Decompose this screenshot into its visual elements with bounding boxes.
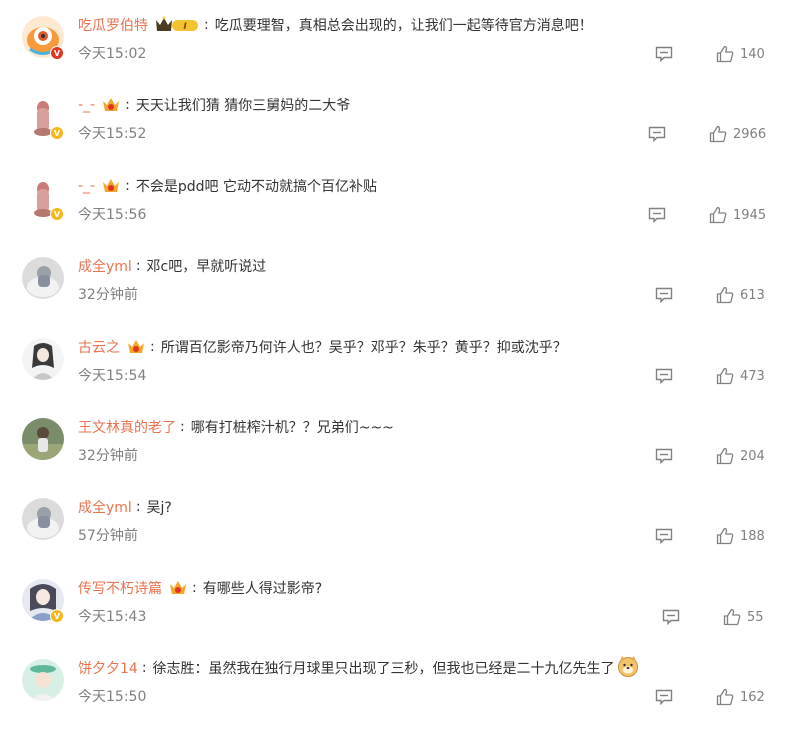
like-button[interactable]: 140	[716, 45, 765, 63]
comment-icon[interactable]	[655, 46, 673, 63]
comment-item: V 传写不朽诗篇 : 有哪些人得过影帝? 今天15:43 55	[0, 579, 810, 659]
username[interactable]: 成全yml	[78, 497, 132, 517]
username[interactable]: 王文林真的老了	[78, 417, 176, 437]
avatar[interactable]	[22, 659, 64, 701]
crown-icon	[168, 578, 188, 598]
comment-time: 今天15:43	[78, 609, 147, 625]
like-count: 2966	[733, 126, 767, 142]
like-count: 1945	[733, 207, 767, 223]
like-count: 55	[747, 609, 764, 625]
like-button[interactable]: 613	[716, 286, 765, 304]
comment-text: 不会是pdd吧 它动不动就搞个百亿补贴	[135, 179, 377, 195]
crown-icon	[101, 176, 121, 196]
comment-item: V -_- : 天天让我们猜 猜你三舅妈的二大爷 今天15:52 2966	[0, 96, 810, 176]
verified-badge: V	[50, 46, 64, 60]
like-count: 473	[740, 368, 765, 384]
comment-time: 32分钟前	[78, 448, 138, 464]
comment-text: 有哪些人得过影帝?	[202, 581, 323, 597]
like-count: 188	[740, 528, 765, 544]
username[interactable]: 吃瓜罗伯特	[78, 15, 148, 35]
comment-item: 古云之 : 所谓百亿影帝乃何许人也？吴乎？邓乎？朱乎？黄乎？抑或沈乎？ 今天15…	[0, 338, 810, 418]
avatar[interactable]	[22, 418, 64, 460]
comment-icon[interactable]	[648, 126, 666, 143]
comment-icon[interactable]	[648, 207, 666, 224]
like-button[interactable]: 188	[716, 527, 765, 545]
comment-text: 吴j?	[146, 500, 172, 516]
like-button[interactable]: 473	[716, 367, 765, 385]
verified-badge: V	[50, 609, 64, 623]
comment-text: 徐志胜：虽然我在独行月球里只出现了三秒，但我也已经是二十九亿先生了	[152, 661, 615, 677]
comment-icon[interactable]	[655, 448, 673, 465]
username[interactable]: 饼夕夕14	[78, 658, 138, 678]
like-button[interactable]: 55	[723, 608, 764, 626]
comment-time: 今天15:02	[78, 46, 147, 62]
username[interactable]: 传写不朽诗篇	[78, 578, 162, 598]
comment-item: V 吃瓜罗伯特 I : 吃瓜要理智，真相总会出现的，让我们一起等待官方消息吧！ …	[0, 16, 810, 96]
like-count: 162	[740, 689, 765, 705]
comment-text: 邓c吧，早就听说过	[146, 259, 267, 275]
comment-icon[interactable]	[655, 689, 673, 706]
like-button[interactable]: 2966	[709, 125, 766, 143]
username[interactable]: 成全yml	[78, 256, 132, 276]
comment-text: 天天让我们猜 猜你三舅妈的二大爷	[135, 98, 351, 114]
thumbs-up-icon	[716, 367, 734, 385]
avatar[interactable]	[22, 338, 64, 380]
vip-crown-badge: I	[154, 16, 200, 34]
comment-time: 今天15:50	[78, 689, 147, 705]
like-button[interactable]: 204	[716, 447, 765, 465]
comment-text: 哪有打桩榨汁机？？兄弟们~~~	[190, 420, 394, 436]
comment-time: 57分钟前	[78, 528, 138, 544]
crown-icon	[126, 337, 146, 357]
like-count: 204	[740, 448, 765, 464]
thumbs-up-icon	[716, 45, 734, 63]
comment-item: 成全yml : 吴j? 57分钟前 188	[0, 498, 810, 578]
username[interactable]: -_-	[78, 178, 95, 194]
comment-icon[interactable]	[655, 287, 673, 304]
comment-icon[interactable]	[655, 368, 673, 385]
crown-icon	[101, 95, 121, 115]
comment-item: 王文林真的老了 : 哪有打桩榨汁机？？兄弟们~~~ 32分钟前 204	[0, 418, 810, 498]
comment-time: 32分钟前	[78, 287, 138, 303]
thumbs-up-icon	[716, 688, 734, 706]
comment-text: 吃瓜要理智，真相总会出现的，让我们一起等待官方消息吧！	[214, 18, 593, 34]
comment-icon[interactable]	[662, 609, 680, 626]
thumbs-up-icon	[723, 608, 741, 626]
thumbs-up-icon	[716, 447, 734, 465]
username[interactable]: -_-	[78, 97, 95, 113]
username[interactable]: 古云之	[78, 337, 120, 357]
comment-item: V -_- : 不会是pdd吧 它动不动就搞个百亿补贴 今天15:56 1945	[0, 177, 810, 257]
thumbs-up-icon	[716, 527, 734, 545]
thumbs-up-icon	[709, 206, 727, 224]
like-count: 140	[740, 46, 765, 62]
comment-time: 今天15:56	[78, 207, 147, 223]
like-button[interactable]: 162	[716, 688, 765, 706]
avatar[interactable]	[22, 498, 64, 540]
doge-emoji-icon	[617, 655, 639, 681]
comment-item: 成全yml : 邓c吧，早就听说过 32分钟前 613	[0, 257, 810, 337]
avatar[interactable]	[22, 257, 64, 299]
like-button[interactable]: 1945	[709, 206, 766, 224]
verified-badge: V	[50, 207, 64, 221]
thumbs-up-icon	[716, 286, 734, 304]
comment-icon[interactable]	[655, 528, 673, 545]
verified-badge: V	[50, 126, 64, 140]
comment-time: 今天15:52	[78, 126, 147, 142]
thumbs-up-icon	[709, 125, 727, 143]
comment-time: 今天15:54	[78, 368, 147, 384]
comment-item: 饼夕夕14 : 徐志胜：虽然我在独行月球里只出现了三秒，但我也已经是二十九亿先生…	[0, 656, 810, 739]
comment-text: 所谓百亿影帝乃何许人也？吴乎？邓乎？朱乎？黄乎？抑或沈乎？	[160, 340, 567, 356]
like-count: 613	[740, 287, 765, 303]
